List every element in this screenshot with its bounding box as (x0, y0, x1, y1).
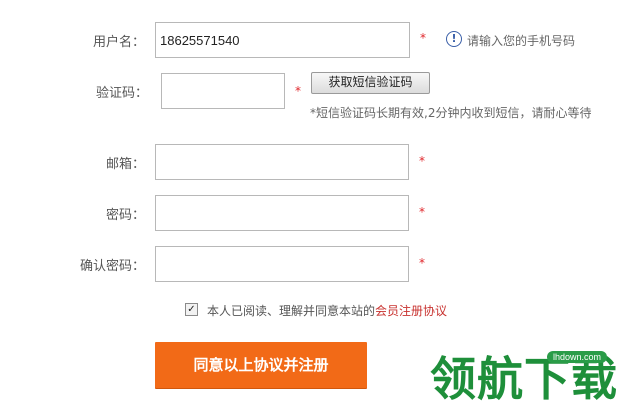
confirm-password-required-mark: * (419, 256, 425, 270)
email-label: 邮箱： (105, 157, 145, 172)
agreement-prefix: 本人已阅读、理解并同意本站的 (207, 304, 376, 318)
get-sms-code-button[interactable]: 获取短信验证码 (311, 72, 430, 94)
captcha-label: 验证码： (95, 86, 148, 101)
password-label: 密码： (105, 208, 145, 223)
member-agreement-link[interactable]: 会员注册协议 (375, 304, 447, 318)
sms-note: *短信验证码长期有效,2分钟内收到短信，请耐心等待 (310, 106, 592, 120)
username-label: 用户名： (92, 35, 145, 50)
username-required-mark: * (420, 31, 426, 45)
info-icon: ! (446, 31, 462, 47)
email-required-mark: * (419, 154, 425, 168)
agreement-text: 本人已阅读、理解并同意本站的会员注册协议 (207, 302, 447, 319)
confirm-password-input[interactable] (155, 246, 409, 282)
watermark-url: lhdown.com (547, 351, 608, 363)
password-input[interactable] (155, 195, 409, 231)
confirm-password-label: 确认密码： (79, 259, 145, 274)
password-required-mark: * (419, 205, 425, 219)
captcha-input[interactable] (161, 73, 285, 109)
agree-and-register-button[interactable]: 同意以上协议并注册 (155, 342, 367, 388)
username-input[interactable] (155, 22, 410, 58)
username-hint: 请输入您的手机号码 (467, 34, 576, 48)
email-input[interactable] (155, 144, 409, 180)
captcha-required-mark: * (295, 84, 301, 98)
agreement-checkbox[interactable]: ✓ (185, 303, 198, 316)
